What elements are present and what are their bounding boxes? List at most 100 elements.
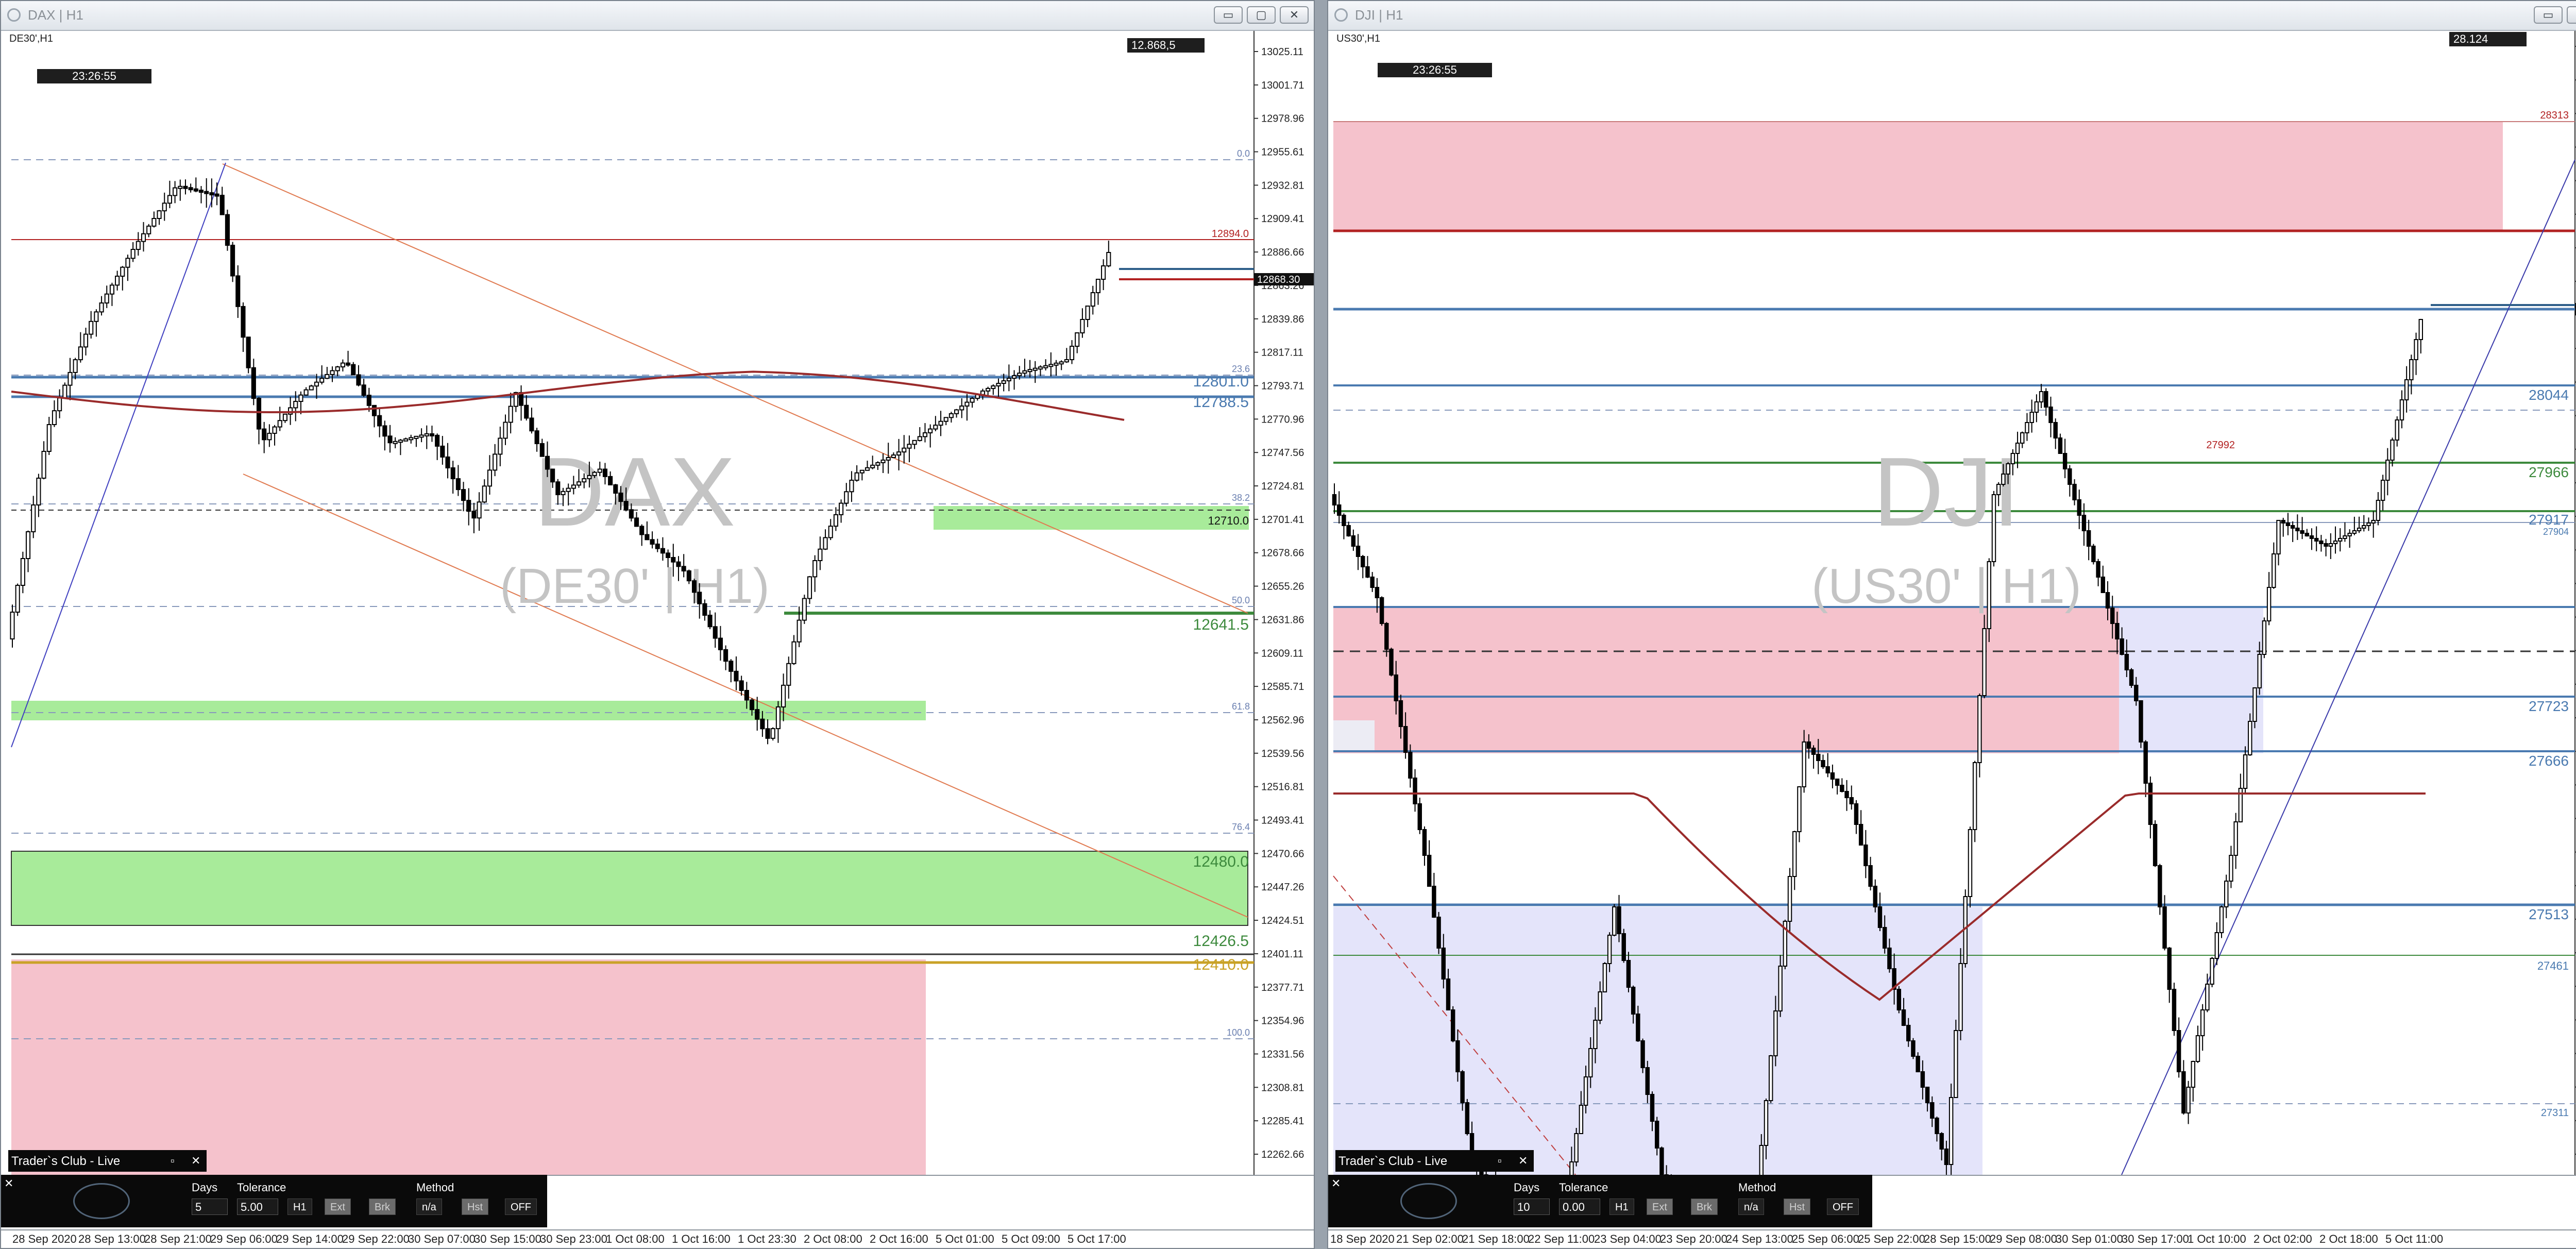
brand-logo xyxy=(73,1183,130,1219)
time-axis-label: 23 Sep 20:00 xyxy=(1660,1233,1727,1245)
dji-price-chart[interactable]: 28389.9528354.9528319.9528285.9528250.95… xyxy=(1328,31,2576,1175)
method-select[interactable]: n/a xyxy=(416,1199,442,1215)
price-axis-label: 12539.56 xyxy=(1261,748,1304,759)
dax-chart-window: DAX | H1 ▭ ▢ ✕ 13025.11 13001.71 12978.96 1… xyxy=(0,0,1315,1249)
tolerance-input[interactable]: 0.00 xyxy=(1559,1199,1600,1215)
time-axis-label: 29 Sep 08:00 xyxy=(1990,1233,2057,1245)
time-axis-label: 30 Sep 17:00 xyxy=(2122,1233,2189,1245)
hst-button[interactable]: Hst xyxy=(462,1199,488,1215)
price-axis-label: 12470.66 xyxy=(1261,848,1304,859)
price-axis-label: 12839.86 xyxy=(1261,314,1304,325)
tolerance-label: Tolerance xyxy=(1559,1181,1608,1194)
timeframe-button[interactable]: H1 xyxy=(1609,1199,1634,1215)
off-button[interactable]: OFF xyxy=(505,1199,537,1215)
price-axis-label: 12447.26 xyxy=(1261,882,1304,893)
time-axis-label: 18 Sep 2020 xyxy=(1330,1233,1395,1245)
time-axis-label: 5 Oct 01:00 xyxy=(936,1233,994,1245)
dji-symbol-label: US30',H1 xyxy=(1336,33,1380,44)
minimize-button[interactable]: ▭ xyxy=(1214,6,1243,24)
tolerance-label: Tolerance xyxy=(237,1181,286,1194)
time-axis-label: 24 Sep 13:00 xyxy=(1726,1233,1793,1245)
time-axis-label: 2 Oct 18:00 xyxy=(2319,1233,2378,1245)
panel-restore-button[interactable]: ▫ xyxy=(171,1154,175,1168)
time-axis-label: 30 Sep 15:00 xyxy=(474,1233,541,1245)
close-button[interactable]: ✕ xyxy=(1280,6,1309,24)
dax-title-bar[interactable]: DAX | H1 ▭ ▢ ✕ xyxy=(1,1,1314,31)
price-axis-label: 12331.56 xyxy=(1261,1049,1304,1060)
dax-price-box: 12.868,5 xyxy=(1127,38,1205,53)
level-label: 27723 xyxy=(2529,698,2569,714)
panel-close-button[interactable]: ✕ xyxy=(1518,1154,1528,1168)
price-axis-label: 12354.96 xyxy=(1261,1016,1304,1027)
time-axis-label: 1 Oct 08:00 xyxy=(606,1233,665,1245)
chart-window-icon xyxy=(1334,8,1348,22)
level-label: 27966 xyxy=(2529,464,2569,480)
trader-club-label: Trader`s Club - Live xyxy=(11,1154,121,1168)
brk-button[interactable]: Brk xyxy=(1691,1199,1718,1215)
support-zone xyxy=(11,851,1248,926)
dax-price-chart[interactable]: 13025.11 13001.71 12978.96 12955.61 12932.81… xyxy=(1,31,1314,1175)
window-splitter[interactable] xyxy=(1315,0,1327,1249)
time-axis-label: 21 Sep 02:00 xyxy=(1396,1233,1464,1245)
price-axis-label: 13001.71 xyxy=(1261,80,1304,91)
ext-button[interactable]: Ext xyxy=(1647,1199,1673,1215)
level-label: 27513 xyxy=(2529,906,2569,922)
time-axis-label: 1 Oct 16:00 xyxy=(672,1233,731,1245)
price-axis-label: 12978.96 xyxy=(1261,113,1304,125)
time-axis-label: 28 Sep 15:00 xyxy=(1924,1233,1991,1245)
price-axis-label: 12932.81 xyxy=(1261,180,1304,191)
off-button[interactable]: OFF xyxy=(1827,1199,1859,1215)
tools-close-icon[interactable]: ✕ xyxy=(4,1177,13,1190)
days-input[interactable]: 5 xyxy=(192,1199,228,1215)
time-axis-label: 25 Sep 22:00 xyxy=(1858,1233,1925,1245)
tools-close-icon[interactable]: ✕ xyxy=(1331,1177,1341,1190)
days-input[interactable]: 10 xyxy=(1514,1199,1550,1215)
chart-window-icon xyxy=(7,8,21,22)
resistance-zone xyxy=(1333,122,2503,231)
level-label: 12410.0 xyxy=(1193,956,1249,973)
level-label: 12426.5 xyxy=(1193,933,1249,950)
time-axis-label: 2 Oct 08:00 xyxy=(804,1233,862,1245)
time-axis-label: 29 Sep 22:00 xyxy=(342,1233,410,1245)
time-axis-label: 5 Oct 09:00 xyxy=(1002,1233,1060,1245)
brk-button[interactable]: Brk xyxy=(369,1199,396,1215)
ext-button[interactable]: Ext xyxy=(325,1199,351,1215)
dji-trader-club-bar[interactable]: Trader`s Club - Live ▫ ✕ xyxy=(1335,1150,1534,1172)
time-axis-label: 23 Sep 04:00 xyxy=(1594,1233,1662,1245)
dax-trader-club-bar[interactable]: Trader`s Club - Live ▫ ✕ xyxy=(8,1150,207,1172)
maximize-button[interactable]: ▢ xyxy=(1247,6,1276,24)
level-label: 27904 xyxy=(2543,527,2569,537)
panel-close-button[interactable]: ✕ xyxy=(191,1154,200,1168)
method-label: Method xyxy=(416,1181,454,1194)
price-axis-label: 12401.11 xyxy=(1261,949,1303,960)
tolerance-input[interactable]: 5.00 xyxy=(237,1199,278,1215)
dax-window-title: DAX | H1 xyxy=(28,7,83,23)
price-axis-label: 12817.11 xyxy=(1261,347,1303,359)
timeframe-button[interactable]: H1 xyxy=(287,1199,312,1215)
dji-title-bar[interactable]: DJI | H1 ▭ ▢ ✕ xyxy=(1328,1,2576,31)
fib-level-label: 50.0 xyxy=(1232,595,1250,605)
price-axis-label: 12724.81 xyxy=(1261,481,1304,492)
time-axis-label: 30 Sep 01:00 xyxy=(2056,1233,2123,1245)
fib-level-label: 0.0 xyxy=(1237,148,1250,159)
maximize-button[interactable]: ▢ xyxy=(2567,6,2576,24)
price-axis-label: 12701.41 xyxy=(1261,514,1304,526)
dji-chart-window: DJI | H1 ▭ ▢ ✕ 28389.9528354.9528319.952… xyxy=(1327,0,2576,1249)
level-label: 12788.5 xyxy=(1193,394,1249,411)
time-axis-label: 30 Sep 23:00 xyxy=(540,1233,607,1245)
price-axis-label: 12424.51 xyxy=(1261,915,1304,926)
resistance-zone xyxy=(11,959,926,1175)
price-axis-label: 12516.81 xyxy=(1261,782,1304,793)
level-label: 27666 xyxy=(2529,753,2569,769)
level-label: 12641.5 xyxy=(1193,616,1249,633)
dax-symbol-label: DE30',H1 xyxy=(9,33,53,44)
method-select[interactable]: n/a xyxy=(1738,1199,1764,1215)
time-axis-label: 5 Oct 11:00 xyxy=(2385,1233,2444,1245)
watermark-subtitle: (DE30' | H1) xyxy=(500,559,769,614)
hst-button[interactable]: Hst xyxy=(1784,1199,1810,1215)
minimize-button[interactable]: ▭ xyxy=(2534,6,2563,24)
level-label: 12480.0 xyxy=(1193,853,1249,870)
fib-level-label: 100.0 xyxy=(1227,1027,1250,1038)
price-axis-label: 13025.11 xyxy=(1261,46,1303,58)
panel-restore-button[interactable]: ▫ xyxy=(1498,1154,1502,1168)
